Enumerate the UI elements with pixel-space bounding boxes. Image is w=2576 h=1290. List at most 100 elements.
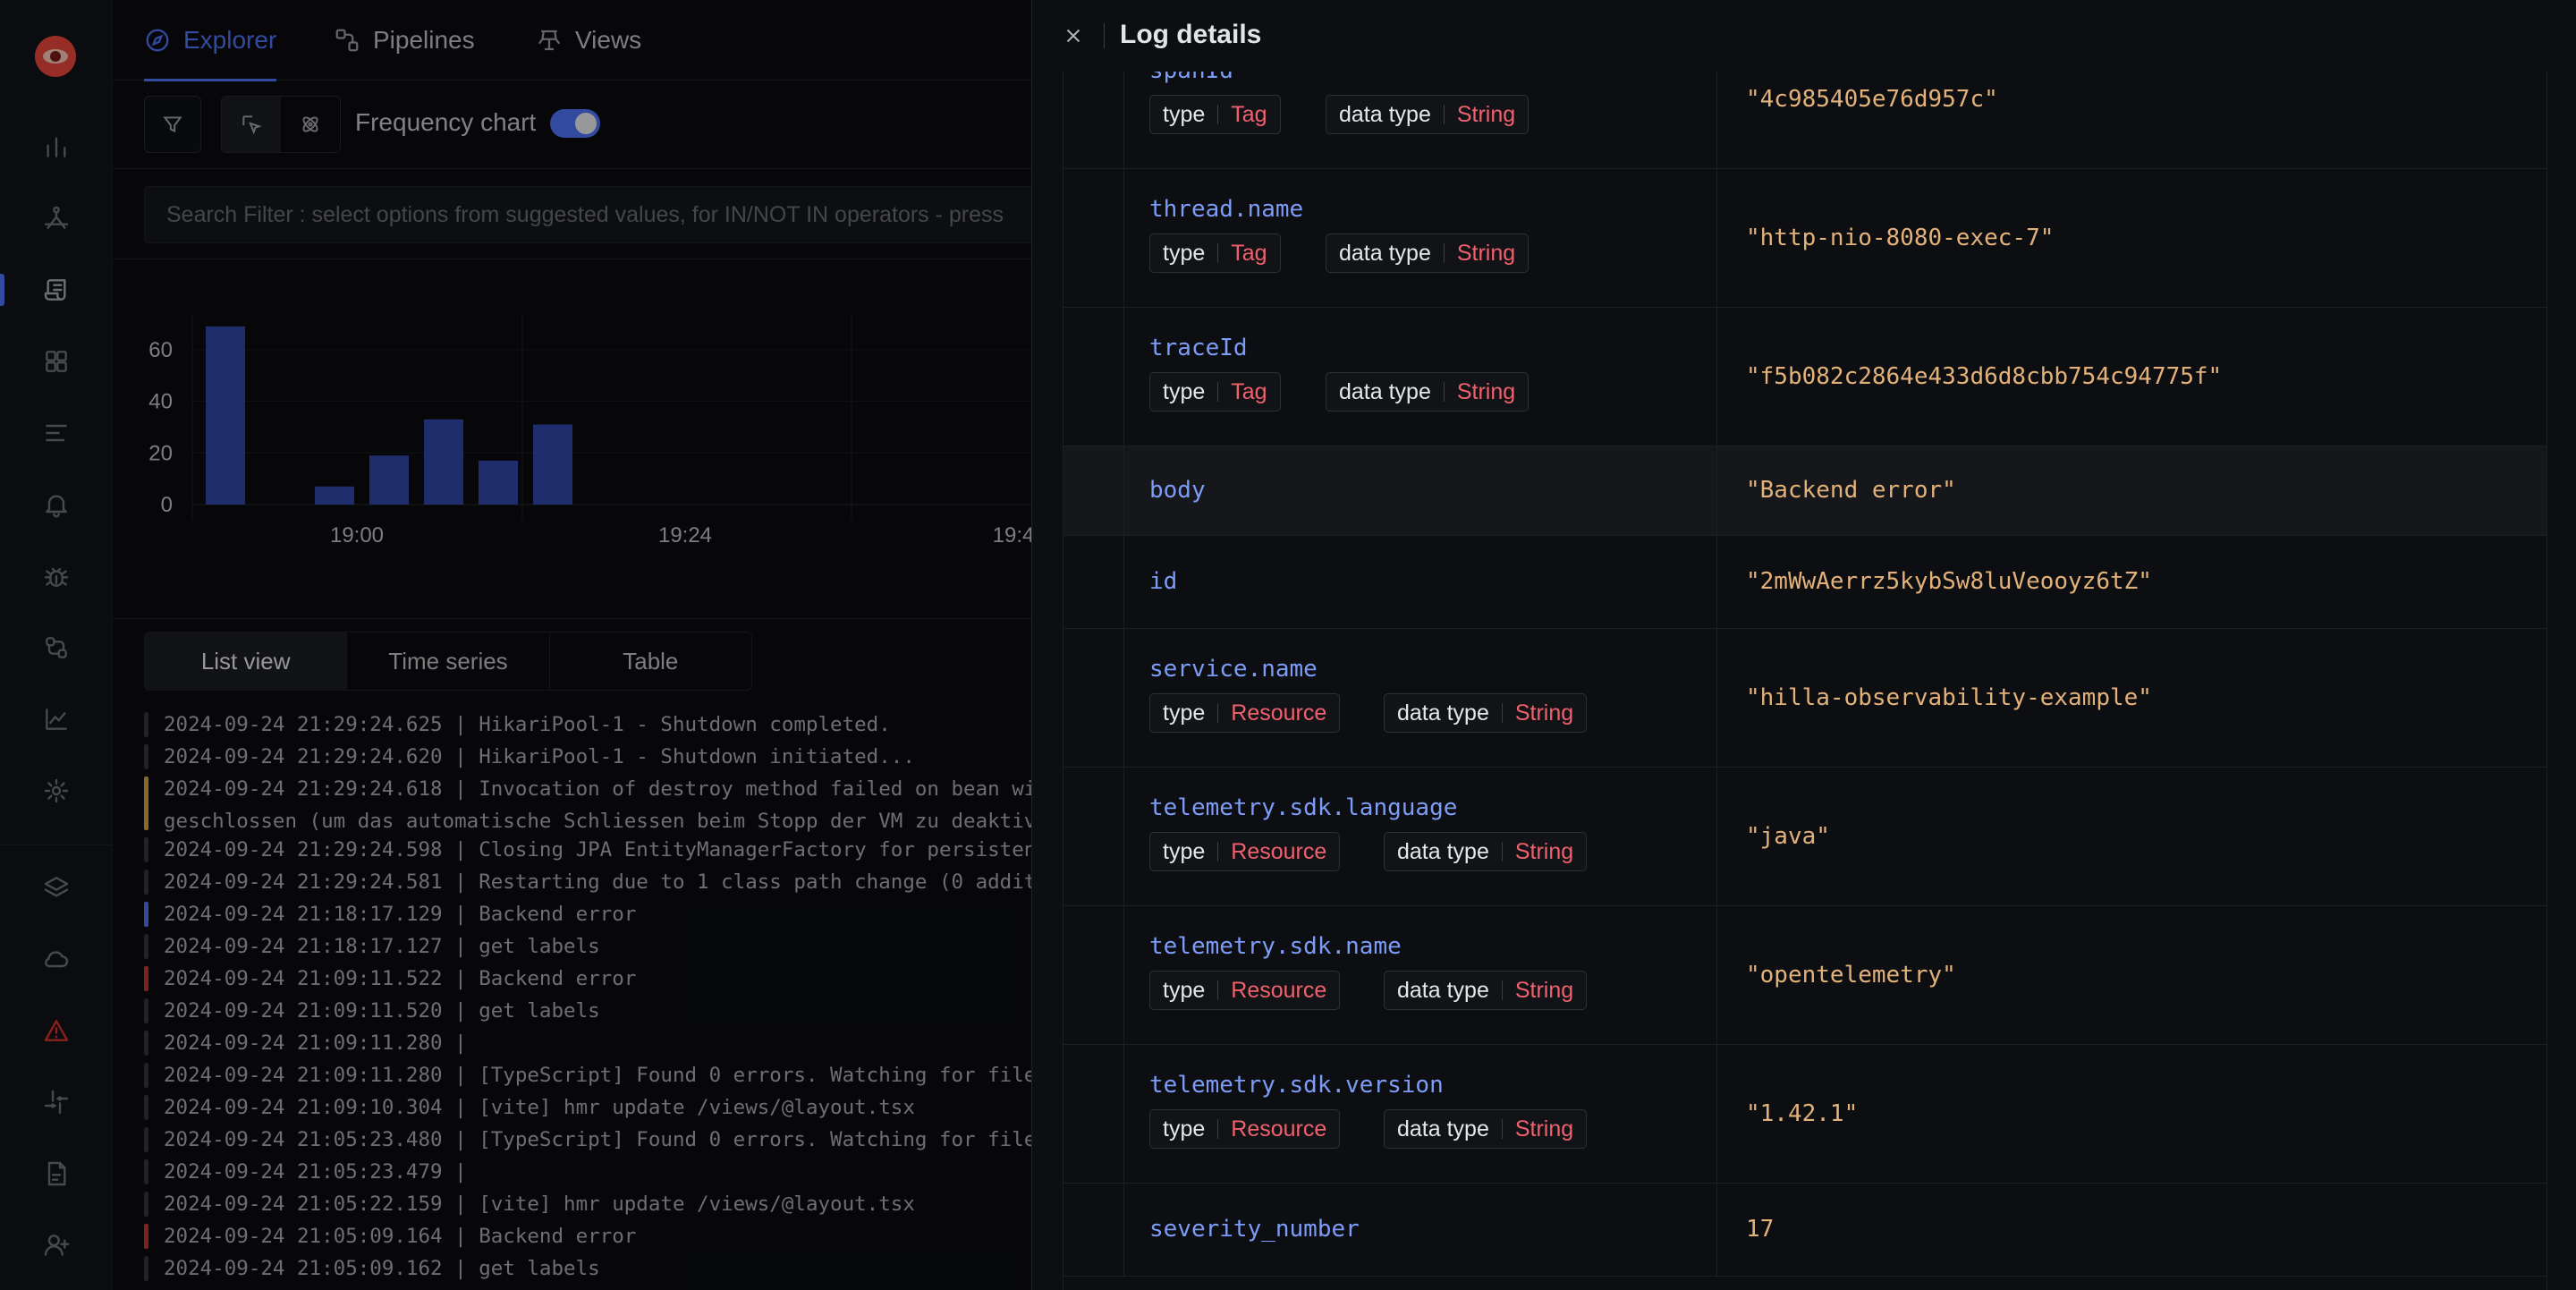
sidebar-item-dashboard-grid[interactable]	[0, 335, 113, 388]
sidebar-item-dashboards[interactable]	[0, 120, 113, 174]
layers-icon	[44, 877, 69, 897]
log-line[interactable]: 2024-09-24 21:29:24.581 | Restarting due…	[144, 866, 1031, 898]
log-line[interactable]: 2024-09-24 21:29:24.618 | Invocation of …	[144, 773, 1031, 834]
pipeline-icon	[46, 637, 67, 658]
sidebar-item-metrics[interactable]	[0, 692, 113, 746]
frequency-chart-toggle[interactable]	[550, 109, 600, 138]
app-logo[interactable]	[35, 36, 76, 77]
search-row: Search Filter : select options from sugg…	[114, 170, 1031, 259]
log-level-indicator	[144, 902, 148, 927]
row-gutter	[1063, 629, 1124, 767]
row-gutter	[1063, 169, 1124, 307]
attribute-row[interactable]: body "Backend error"	[1063, 446, 2546, 536]
close-icon	[1066, 29, 1080, 43]
log-details-drawer: Log details spanId type Tag data type String…	[1031, 0, 2576, 1290]
log-line[interactable]: 2024-09-24 21:09:11.280 |	[144, 1027, 1031, 1059]
log-level-indicator	[144, 1159, 148, 1184]
attribute-row[interactable]: severity_number 17	[1063, 1184, 2546, 1277]
log-line-text-continued: geschlossen (um das automatische Schlies…	[164, 810, 1031, 833]
tab-time-series[interactable]: Time series	[347, 632, 550, 690]
clickhouse-query-button[interactable]	[281, 97, 340, 152]
log-line[interactable]: 2024-09-24 21:29:24.620 | HikariPool-1 -…	[144, 741, 1031, 773]
attribute-row[interactable]: telemetry.sdk.version type Resource data ty…	[1063, 1045, 2546, 1184]
log-line[interactable]: 2024-09-24 21:09:10.304 | [vite] hmr upd…	[144, 1091, 1031, 1124]
type-pill: type Resource	[1149, 693, 1341, 733]
log-line[interactable]: 2024-09-24 21:09:11.522 | Backend error	[144, 963, 1031, 995]
sidebar-item-cloud[interactable]	[0, 932, 113, 986]
attribute-row[interactable]: thread.name type Tag data type String "http-n…	[1063, 169, 2546, 308]
pill-separator	[1217, 1119, 1219, 1139]
attribute-row[interactable]: telemetry.sdk.language type Resource data t…	[1063, 768, 2546, 906]
data-type-pill-value: String	[1514, 1116, 1574, 1141]
query-builder-button[interactable]	[222, 97, 281, 152]
log-level-indicator	[144, 1192, 148, 1217]
tab-views[interactable]: Views	[536, 0, 641, 81]
log-line[interactable]: 2024-09-24 21:05:09.162 | get labels	[144, 1252, 1031, 1285]
sidebar-item-settings[interactable]	[0, 764, 113, 818]
attribute-key-cell: traceId type Tag data type String	[1124, 308, 1717, 446]
attribute-key: service.name	[1149, 656, 1318, 683]
type-pill: type Tag	[1149, 95, 1281, 134]
sidebar-item-traces[interactable]	[0, 191, 113, 245]
data-type-pill-value: String	[1456, 378, 1516, 404]
tab-pipelines[interactable]: Pipelines	[334, 0, 475, 81]
log-line[interactable]: 2024-09-24 21:09:11.280 | [TypeScript] F…	[144, 1059, 1031, 1091]
log-line[interactable]: 2024-09-24 21:05:09.164 | Backend error	[144, 1220, 1031, 1252]
attribute-value: "opentelemetry"	[1746, 961, 1956, 989]
sidebar-item-warnings[interactable]	[0, 1004, 113, 1057]
attribute-key: spanId	[1149, 72, 1233, 84]
sidebar-item-logs[interactable]	[0, 263, 113, 317]
attribute-value: "hilla-observability-example"	[1746, 683, 2152, 711]
log-line[interactable]: 2024-09-24 21:29:24.598 | Closing JPA En…	[144, 834, 1031, 866]
log-line[interactable]: 2024-09-24 21:09:11.520 | get labels	[144, 995, 1031, 1027]
sidebar-item-alerts[interactable]	[0, 478, 113, 531]
document-icon	[47, 1161, 66, 1186]
attribute-row[interactable]: spanId type Tag data type String "4c985405e76…	[1063, 72, 2546, 169]
attribute-key-cell: service.name type Resource data type String	[1124, 629, 1717, 767]
filter-button[interactable]	[144, 96, 201, 153]
sidebar-item-messages[interactable]	[0, 406, 113, 460]
chart-bar	[206, 326, 245, 505]
close-drawer-button[interactable]	[1059, 21, 1088, 50]
sidebar-item-workspace[interactable]	[0, 1075, 113, 1129]
y-tick-label: 60	[148, 338, 173, 362]
data-type-pill-label: data type	[1339, 240, 1431, 266]
tab-list-view[interactable]: List view	[145, 632, 348, 690]
log-line[interactable]: 2024-09-24 21:29:24.625 | HikariPool-1 -…	[144, 709, 1031, 741]
log-line[interactable]: 2024-09-24 21:05:22.159 | [vite] hmr upd…	[144, 1188, 1031, 1220]
sidebar-item-exceptions[interactable]	[0, 549, 113, 603]
x-tick-label: 19:24	[658, 523, 712, 547]
sidebar-item-integrations[interactable]	[0, 621, 113, 675]
log-level-indicator	[144, 1256, 148, 1281]
chart-bar	[479, 460, 518, 505]
attribute-row[interactable]: id "2mWwAerrz5kybSw8luVeooyz6tZ"	[1063, 536, 2546, 629]
attribute-row[interactable]: traceId type Tag data type String "f5b082c286…	[1063, 308, 2546, 446]
attribute-row[interactable]: service.name type Resource data type String "…	[1063, 629, 2546, 768]
tab-explorer[interactable]: Explorer	[144, 0, 277, 81]
sidebar-item-docs[interactable]	[0, 1147, 113, 1201]
attribute-row[interactable]: telemetry.sdk.name type Resource data type S…	[1063, 906, 2546, 1045]
sidebar-item-layers[interactable]	[0, 861, 113, 914]
header-separator	[1104, 23, 1105, 48]
log-level-indicator	[144, 870, 148, 895]
attribute-value: 17	[1746, 1216, 1775, 1243]
log-line[interactable]: 2024-09-24 21:18:17.127 | get labels	[144, 930, 1031, 963]
sidebar-rail	[0, 0, 113, 1290]
attribute-value: "f5b082c2864e433d6d8cbb754c94775f"	[1746, 362, 2223, 390]
log-level-indicator	[144, 966, 148, 991]
attribute-value: "Backend error"	[1746, 477, 1956, 504]
type-pill: type Resource	[1149, 1109, 1341, 1149]
log-line-text: 2024-09-24 21:29:24.618 | Invocation of …	[164, 777, 1031, 801]
tab-pipelines-label: Pipelines	[373, 26, 475, 54]
sidebar-item-invite[interactable]	[0, 1218, 113, 1272]
pill-separator	[1217, 243, 1219, 263]
log-line[interactable]: 2024-09-24 21:18:17.129 | Backend error	[144, 898, 1031, 930]
data-type-pill-value: String	[1514, 838, 1574, 864]
log-line[interactable]: 2024-09-24 21:05:23.480 | [TypeScript] F…	[144, 1124, 1031, 1156]
log-line-text: 2024-09-24 21:18:17.127 | get labels	[164, 935, 600, 958]
search-filter-input[interactable]: Search Filter : select options from sugg…	[144, 186, 1031, 243]
tab-table[interactable]: Table	[550, 632, 751, 690]
log-line[interactable]: 2024-09-24 21:05:23.479 |	[144, 1156, 1031, 1188]
attribute-key: body	[1149, 477, 1206, 504]
log-level-indicator	[144, 777, 148, 830]
